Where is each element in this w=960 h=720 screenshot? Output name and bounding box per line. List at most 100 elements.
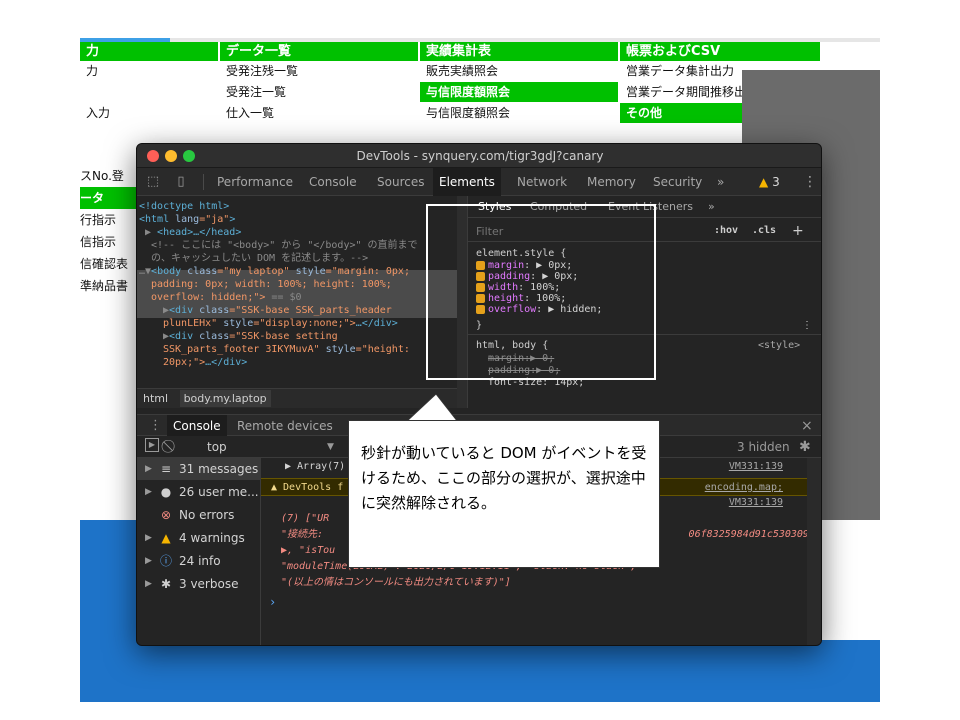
menu-column-header: 力 [80, 42, 218, 61]
dom-token: <html [139, 214, 176, 225]
dom-tree-line[interactable]: SSK_parts_footer 3IKYMuvA" style="height… [137, 343, 457, 356]
dom-token: の、キャッシュしたい DOM を記述します。--> [151, 253, 369, 264]
left-menu-item[interactable]: 行指示 [80, 209, 140, 231]
tab-more-chevron[interactable]: » [708, 196, 715, 218]
dom-token: class [199, 331, 230, 342]
menu-item[interactable]: 力 [80, 61, 218, 82]
dom-tree-line[interactable]: ▶<div class="SSK-base SSK_parts_header [137, 304, 457, 317]
elements-dom-tree[interactable]: <!doctype html> <html lang="ja"> ▶ <head>…… [137, 196, 457, 388]
dom-tree-line[interactable]: <html lang="ja"> [137, 213, 457, 226]
gear-icon[interactable]: ✱ [799, 436, 811, 458]
dom-tree-line[interactable]: ▶ <head>…</head> [137, 226, 457, 239]
tab-performance[interactable]: Performance [217, 168, 293, 196]
dom-token: <!-- ここには "<body>" から "</body>" の直前まで [151, 240, 418, 251]
expand-arrow-icon[interactable]: ▶ [145, 550, 152, 572]
source-link[interactable]: VM331:139 [729, 496, 783, 510]
menu-column-header: 帳票およびCSV [620, 42, 820, 61]
log-text: "(以上の情はコンソールにも出力されています)"] [281, 577, 511, 588]
tab-elements[interactable]: Elements [433, 168, 501, 196]
sidebar-item[interactable]: ▶ ≡ 31 messages [137, 458, 261, 480]
tab-[interactable]: » [717, 168, 724, 196]
sidebar-item[interactable]: ▶ ✱ 3 verbose [137, 573, 261, 595]
chevron-down-icon[interactable]: ▼ [327, 436, 334, 458]
dom-tree-line[interactable]: ▶<div class="SSK-base setting [137, 330, 457, 343]
sidebar-item[interactable]: ▶ ▲ 4 warnings [137, 527, 261, 549]
menu-item[interactable]: 販売実績照会 [420, 61, 618, 82]
tab-network[interactable]: Network [517, 168, 567, 196]
dom-token: …</div> [205, 357, 248, 368]
menu-item[interactable]: 仕入一覧 [220, 103, 418, 124]
log-text: ▶ Array(7) [285, 461, 346, 472]
dom-tree-line[interactable]: overflow: hidden;"> == $0 [137, 291, 457, 304]
close-drawer-icon[interactable]: × [801, 415, 813, 437]
source-link[interactable]: 06f8325984d91c5303091c [689, 528, 821, 542]
menu-item[interactable]: 与信限度額照会 [420, 103, 618, 124]
tab-security[interactable]: Security [653, 168, 702, 196]
dom-token: <div [169, 331, 200, 342]
tab-console[interactable]: Console [167, 415, 227, 437]
context-selector[interactable]: top [207, 436, 227, 458]
dom-token: plunLEHx" [163, 318, 224, 329]
dom-tree-line[interactable]: <!doctype html> [137, 200, 457, 213]
new-rule-icon[interactable]: + [792, 220, 804, 242]
style-source-link[interactable]: <style> [758, 340, 800, 351]
window-titlebar[interactable]: DevTools - synquery.com/tigr3gdJ?canary [137, 144, 821, 168]
source-link[interactable]: encoding.map; [705, 479, 783, 497]
kebab-menu-icon[interactable]: ⋮ [803, 168, 817, 196]
menu-item[interactable]: 受発注一覧 [220, 82, 418, 103]
dom-token: SSK_parts_footer 3IKYMuvA" [163, 344, 326, 355]
tab-memory[interactable]: Memory [587, 168, 636, 196]
tab-sources[interactable]: Sources [377, 168, 424, 196]
rule-menu-icon[interactable]: ⋮ [802, 320, 812, 331]
drawer-menu-icon[interactable]: ⋮ [149, 415, 162, 437]
left-menu-item[interactable]: 準納品書 [80, 275, 140, 297]
dom-tree-line[interactable]: <!-- ここには "<body>" から "</body>" の直前まで [137, 239, 457, 252]
inspect-element-icon[interactable]: ⬚ [145, 174, 161, 190]
source-link[interactable]: VM331:139 [729, 460, 783, 474]
dom-tree-line[interactable]: plunLEHx" style="display:none;">…</div> [137, 317, 457, 330]
dom-token: style [325, 344, 356, 355]
message-level-icon: ● [160, 485, 172, 499]
warnings-badge[interactable]: ▲ 3 [759, 168, 780, 196]
dom-tree-line[interactable]: …▼<body class="my laptop" style="margin:… [137, 265, 457, 278]
menu-item[interactable]: 受発注残一覧 [220, 61, 418, 82]
message-level-icon: ⓘ [159, 554, 172, 568]
dom-tree-line[interactable]: 20px;">…</div> [137, 356, 457, 369]
sidebar-item-label: 24 info [179, 554, 221, 568]
sidebar-item[interactable]: ▶ ● 26 user me... [137, 481, 261, 503]
device-toolbar-icon[interactable]: ▯ [173, 174, 189, 190]
sidebar-item-label: 26 user me... [179, 485, 259, 499]
left-menu-item[interactable]: ータ [80, 187, 140, 209]
hidden-count[interactable]: 3 hidden [737, 436, 790, 458]
dom-token: style [223, 318, 254, 329]
expand-arrow-icon[interactable]: ▶ [145, 527, 152, 549]
message-level-icon: ✱ [160, 577, 172, 591]
dom-token: ="display:none;"> [253, 318, 356, 329]
tab-remote-devices[interactable]: Remote devices [237, 415, 333, 437]
log-line[interactable]: "(以上の情はコンソールにも出力されています)"] [261, 576, 821, 590]
left-menu-item[interactable]: 信指示 [80, 231, 140, 253]
console-prompt[interactable]: › [269, 594, 821, 610]
breadcrumb-body[interactable]: body.my.laptop [179, 390, 271, 407]
menu-item[interactable]: 与信限度額照会 [420, 82, 618, 103]
menu-item[interactable] [80, 82, 218, 103]
left-menu-item[interactable]: 信確認表 [80, 253, 140, 275]
sidebar-item[interactable]: ▶ ⓘ 24 info [137, 550, 261, 572]
left-menu-item[interactable]: スNo.登 [80, 165, 140, 187]
dom-tree-line[interactable]: padding: 0px; width: 100%; height: 100%; [137, 278, 457, 291]
dom-token: ="SSK-base SSK_parts_header [229, 305, 392, 316]
dom-token: <!doctype html> [139, 201, 230, 212]
hov-toggle[interactable]: :hov [714, 220, 738, 242]
sidebar-toggle-icon[interactable]: ▶ [145, 438, 159, 452]
console-scrollbar[interactable] [807, 458, 821, 645]
cls-toggle[interactable]: .cls [752, 220, 776, 242]
expand-arrow-icon[interactable]: ▶ [145, 458, 152, 480]
breadcrumb-html[interactable]: html [143, 392, 168, 405]
blue-panel-bottom [80, 640, 880, 702]
menu-item[interactable]: 入力 [80, 103, 218, 124]
expand-arrow-icon[interactable]: ▶ [145, 573, 152, 595]
tab-console[interactable]: Console [309, 168, 357, 196]
sidebar-item[interactable]: ▶⊗No errors [137, 504, 261, 526]
dom-tree-line[interactable]: の、キャッシュしたい DOM を記述します。--> [137, 252, 457, 265]
expand-arrow-icon[interactable]: ▶ [145, 481, 152, 503]
